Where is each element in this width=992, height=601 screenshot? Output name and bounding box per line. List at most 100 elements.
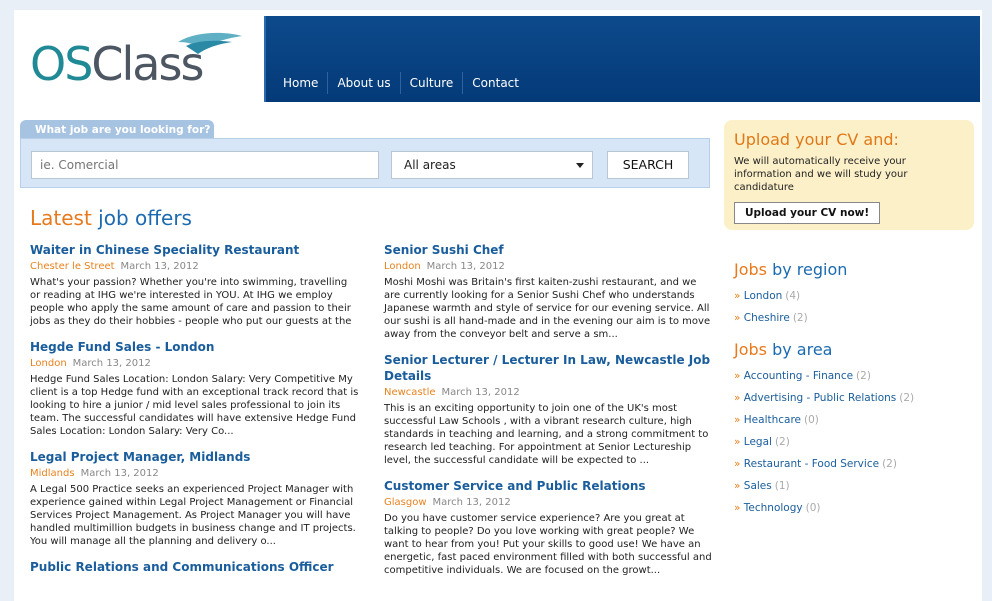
heading-word2: by area <box>772 340 833 359</box>
area-select[interactable]: All areas <box>391 151 593 179</box>
job-title-link[interactable]: Senior Lecturer / Lecturer In Law, Newca… <box>384 352 714 384</box>
job-title-link[interactable]: Hegde Fund Sales - London <box>30 339 360 355</box>
job-meta: Glasgow March 13, 2012 <box>384 497 714 509</box>
region-label[interactable]: Cheshire <box>744 312 790 324</box>
arrow-icon: » <box>734 480 741 492</box>
area-count: (0) <box>805 502 821 514</box>
heading-word2: by region <box>772 260 848 279</box>
job-meta: London March 13, 2012 <box>30 358 360 370</box>
area-label[interactable]: Accounting - Finance <box>744 370 853 382</box>
page: OSClass Home About us Culture Contact Wh… <box>14 10 982 601</box>
job-location: Newcastle <box>384 387 436 398</box>
area-select-value: All areas <box>404 158 456 172</box>
jobs-column-left: Waiter in Chinese Speciality Restaurant … <box>30 242 360 586</box>
arrow-icon: » <box>734 370 741 382</box>
jobs-by-region: Jobs by region » London (4) » Cheshire (2) <box>734 260 974 329</box>
job-date: March 13, 2012 <box>72 358 151 369</box>
jobs-by-region-heading: Jobs by region <box>734 260 974 279</box>
jobs-by-area-heading: Jobs by area <box>734 340 974 359</box>
search-tab: What job are you looking for? <box>20 120 214 140</box>
arrow-icon: » <box>734 458 741 470</box>
main-nav: Home About us Culture Contact <box>274 72 528 94</box>
area-item-advertising-pr[interactable]: » Advertising - Public Relations (2) <box>734 387 974 409</box>
upload-cv-heading: Upload your CV and: <box>734 130 899 149</box>
job-date: March 13, 2012 <box>441 387 520 398</box>
latest-heading: Latest job offers <box>30 206 192 230</box>
job-listing: Public Relations and Communications Offi… <box>30 559 360 575</box>
area-item-sales[interactable]: » Sales (1) <box>734 475 974 497</box>
nav-home[interactable]: Home <box>274 72 329 94</box>
search-input[interactable] <box>31 151 379 179</box>
job-date: March 13, 2012 <box>432 497 511 508</box>
job-date: March 13, 2012 <box>426 261 505 272</box>
job-meta: Midlands March 13, 2012 <box>30 468 360 480</box>
search-button[interactable]: SEARCH <box>607 151 689 179</box>
nav-culture[interactable]: Culture <box>401 72 464 94</box>
job-location: Chester le Street <box>30 261 115 272</box>
arrow-icon: » <box>734 290 741 302</box>
job-description: What's your passion? Whether you're into… <box>30 277 352 327</box>
arrow-icon: » <box>734 436 741 448</box>
job-description: Do you have customer service experience?… <box>384 513 712 576</box>
job-meta: Chester le Street March 13, 2012 <box>30 261 360 273</box>
arrow-icon: » <box>734 392 741 404</box>
area-count: (1) <box>774 480 790 492</box>
job-description: A Legal 500 Practice seeks an experience… <box>30 484 356 547</box>
osclass-logo[interactable]: OSClass <box>28 28 248 92</box>
area-label[interactable]: Technology <box>744 502 803 514</box>
area-label[interactable]: Sales <box>744 480 772 492</box>
job-title-link[interactable]: Senior Sushi Chef <box>384 242 714 258</box>
nav-about-us[interactable]: About us <box>328 72 401 94</box>
nav-contact[interactable]: Contact <box>463 72 528 94</box>
arrow-icon: » <box>734 414 741 426</box>
region-item-london[interactable]: » London (4) <box>734 285 974 307</box>
area-item-accounting-finance[interactable]: » Accounting - Finance (2) <box>734 365 974 387</box>
upload-cv-text: We will automatically receive your infor… <box>734 156 908 193</box>
job-listing: Senior Lecturer / Lecturer In Law, Newca… <box>384 352 714 467</box>
job-location: London <box>384 261 421 272</box>
area-count: (2) <box>882 458 897 470</box>
job-description: Hedge Fund Sales Location: London Salary… <box>30 374 359 437</box>
logo-text: OSClass <box>30 37 202 91</box>
region-count: (2) <box>792 312 808 324</box>
heading-word1: Jobs <box>734 260 767 279</box>
latest-heading-word1: Latest <box>30 206 92 230</box>
area-item-healthcare[interactable]: » Healthcare (0) <box>734 409 974 431</box>
job-listing: Senior Sushi Chef London March 13, 2012 M… <box>384 242 714 341</box>
area-item-restaurant[interactable]: » Restaurant - Food Service (2) <box>734 453 974 475</box>
region-count: (4) <box>785 290 801 302</box>
job-location: London <box>30 358 67 369</box>
area-label[interactable]: Restaurant - Food Service <box>744 458 879 470</box>
arrow-icon: » <box>734 502 741 514</box>
area-count: (2) <box>899 392 915 404</box>
area-count: (0) <box>804 414 819 426</box>
upload-cv-box: Upload your CV and: We will automaticall… <box>724 120 974 230</box>
upload-cv-button[interactable]: Upload your CV now! <box>734 202 881 224</box>
jobs-by-area: Jobs by area » Accounting - Finance (2) »… <box>734 340 974 519</box>
job-title-link[interactable]: Waiter in Chinese Speciality Restaurant <box>30 242 360 258</box>
area-count: (2) <box>774 436 790 448</box>
region-label[interactable]: London <box>744 290 783 302</box>
job-date: March 13, 2012 <box>80 468 159 479</box>
job-location: Midlands <box>30 468 75 479</box>
job-location: Glasgow <box>384 497 427 508</box>
job-description: This is an exciting opportunity to join … <box>384 403 709 466</box>
area-label[interactable]: Advertising - Public Relations <box>744 392 897 404</box>
header-bar: Home About us Culture Contact <box>264 16 980 102</box>
search-panel: All areas SEARCH <box>20 138 710 188</box>
area-label[interactable]: Healthcare <box>744 414 801 426</box>
area-label[interactable]: Legal <box>744 436 772 448</box>
job-meta: London March 13, 2012 <box>384 261 714 273</box>
jobs-column-right: Senior Sushi Chef London March 13, 2012 M… <box>384 242 714 588</box>
job-title-link[interactable]: Public Relations and Communications Offi… <box>30 559 360 575</box>
area-item-technology[interactable]: » Technology (0) <box>734 497 974 519</box>
area-item-legal[interactable]: » Legal (2) <box>734 431 974 453</box>
job-title-link[interactable]: Legal Project Manager, Midlands <box>30 449 360 465</box>
arrow-icon: » <box>734 312 741 324</box>
heading-word1: Jobs <box>734 340 767 359</box>
job-meta: Newcastle March 13, 2012 <box>384 387 714 399</box>
job-title-link[interactable]: Customer Service and Public Relations <box>384 478 714 494</box>
region-item-cheshire[interactable]: » Cheshire (2) <box>734 307 974 329</box>
chevron-down-icon <box>576 163 584 168</box>
job-date: March 13, 2012 <box>120 261 199 272</box>
